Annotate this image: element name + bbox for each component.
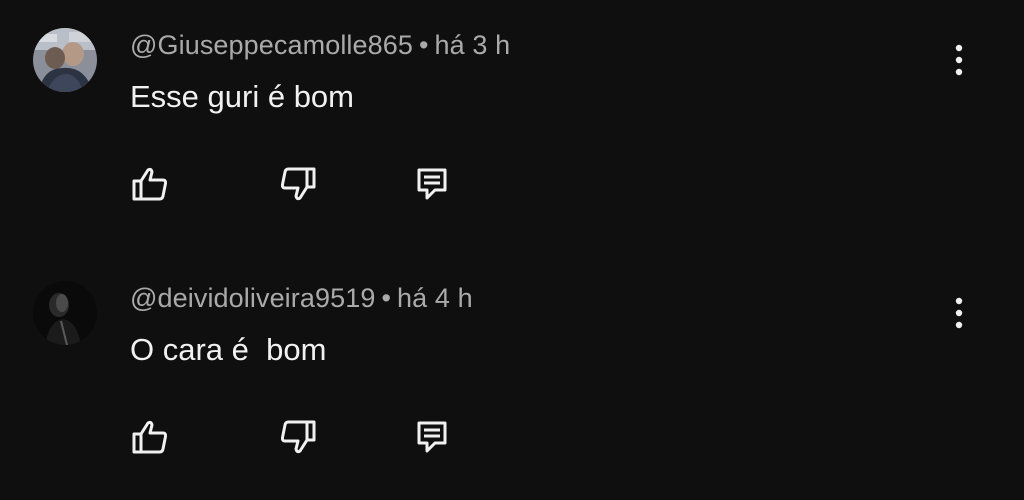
dislike-button[interactable] bbox=[278, 417, 318, 457]
more-options-button[interactable] bbox=[940, 289, 978, 337]
reply-button[interactable] bbox=[412, 417, 452, 457]
thumbs-up-icon bbox=[132, 420, 168, 454]
comment-meta: @deividoliveira9519 • há 4 h bbox=[130, 283, 473, 314]
avatar[interactable] bbox=[33, 281, 97, 345]
comment-text: O cara é bom bbox=[130, 332, 327, 367]
comment-author[interactable]: @deividoliveira9519 bbox=[130, 283, 375, 313]
thumbs-down-icon bbox=[280, 167, 316, 201]
user-photo-avatar-icon bbox=[33, 28, 97, 92]
user-photo-avatar-dark-icon bbox=[33, 281, 97, 345]
more-vertical-icon bbox=[955, 44, 963, 76]
comment-author[interactable]: @Giuseppecamolle865 bbox=[130, 30, 413, 60]
thumbs-down-icon bbox=[280, 420, 316, 454]
comment-text: Esse guri é bom bbox=[130, 79, 354, 114]
avatar[interactable] bbox=[33, 28, 97, 92]
dislike-button[interactable] bbox=[278, 164, 318, 204]
reply-button[interactable] bbox=[412, 164, 452, 204]
comment-meta: @Giuseppecamolle865 • há 3 h bbox=[130, 30, 510, 61]
comment-time[interactable]: há 3 h bbox=[435, 30, 511, 60]
reply-comment-icon bbox=[417, 168, 447, 200]
comment-item: @deividoliveira9519 • há 4 h O cara é bom bbox=[0, 253, 1024, 500]
more-vertical-icon bbox=[955, 297, 963, 329]
reply-comment-icon bbox=[417, 421, 447, 453]
like-button[interactable] bbox=[130, 164, 170, 204]
like-button[interactable] bbox=[130, 417, 170, 457]
more-options-button[interactable] bbox=[940, 36, 978, 84]
comment-item: @Giuseppecamolle865 • há 3 h Esse guri é b… bbox=[0, 0, 1024, 247]
thumbs-up-icon bbox=[132, 167, 168, 201]
meta-separator: • bbox=[381, 283, 392, 313]
meta-separator: • bbox=[418, 30, 429, 60]
comment-time[interactable]: há 4 h bbox=[397, 283, 473, 313]
